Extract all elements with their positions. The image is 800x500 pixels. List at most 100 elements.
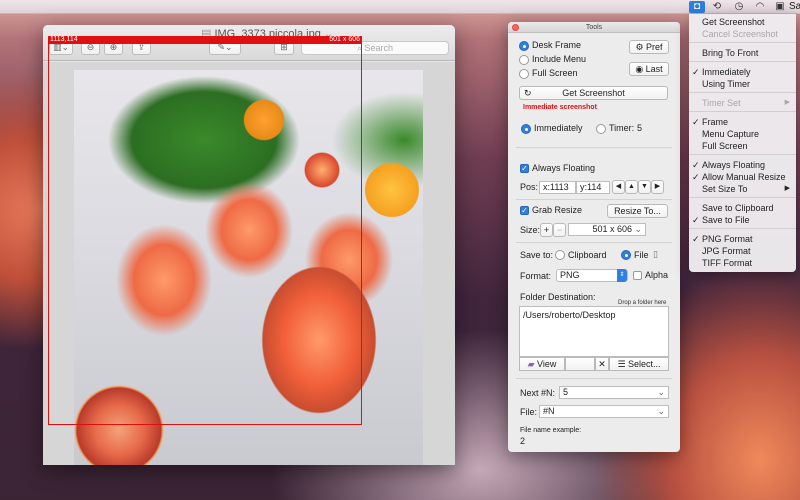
resize-to-button[interactable]: Resize To...: [607, 204, 668, 218]
immediately-radio[interactable]: [521, 124, 531, 134]
menu-item-save-to-file[interactable]: ✓ Save to File: [689, 214, 796, 226]
eye-icon: ◉: [635, 64, 646, 74]
checkmark-icon: ✓: [692, 67, 700, 77]
immediately-label: Immediately: [534, 123, 583, 133]
clipboard-radio[interactable]: [555, 250, 565, 260]
list-icon: ☰: [617, 359, 629, 369]
timer-radio[interactable]: [596, 124, 606, 134]
last-button[interactable]: ◉ Last: [629, 62, 669, 76]
size-label: Size:: [520, 225, 541, 235]
chevron-down-icon: ⌄: [657, 387, 665, 397]
grab-resize-checkbox[interactable]: ✓: [520, 206, 529, 215]
menu-item-using-timer[interactable]: Using Timer: [689, 78, 796, 90]
chevron-updown-icon: ⇕: [617, 269, 627, 282]
menu-item-set-size-to[interactable]: Set Size To ▶: [689, 183, 796, 195]
checkmark-icon: ✓: [692, 117, 700, 127]
checkmark-icon: ✓: [692, 160, 700, 170]
clock-icon[interactable]: ◷: [731, 1, 747, 13]
clear-button[interactable]: ✕: [595, 357, 609, 371]
menu-separator: [689, 92, 796, 93]
time-machine-icon[interactable]: ⟲: [709, 1, 725, 13]
status-text: Immediate screenshot: [523, 104, 597, 111]
menubar-clock-text[interactable]: Sa: [789, 1, 800, 13]
menu-separator: [689, 154, 796, 155]
move-up-button[interactable]: ▲: [625, 180, 638, 194]
close-button[interactable]: [512, 24, 519, 31]
select-folder-button[interactable]: ☰ Select...: [609, 357, 669, 371]
menu-item-get-screenshot[interactable]: Get Screenshot: [689, 16, 796, 28]
plus-icon: +: [543, 225, 550, 235]
file-radio[interactable]: [621, 250, 631, 260]
pos-y-field[interactable]: y:114: [576, 181, 610, 194]
menu-bar: ◘ ⟲ ◷ ◠ ▣ Sa: [0, 0, 800, 14]
folder-path-field[interactable]: /Users/roberto/Desktop: [519, 306, 669, 357]
chevron-down-icon: ⌄: [634, 224, 642, 234]
move-right-button[interactable]: ▶: [651, 180, 664, 194]
next-number-label: Next #N:: [520, 388, 556, 398]
folder-icon: ▰: [527, 359, 538, 369]
menu-item-allow-manual-resize[interactable]: ✓ Allow Manual Resize: [689, 171, 796, 183]
menu-item-always-floating[interactable]: ✓ Always Floating: [689, 159, 796, 171]
arrow-left-icon: ◀: [615, 183, 622, 190]
always-floating-label: Always Floating: [532, 163, 596, 173]
menu-item-menu-capture[interactable]: Menu Capture: [689, 128, 796, 140]
format-select[interactable]: PNG ⇕: [556, 269, 628, 282]
menu-item-full-screen[interactable]: Full Screen: [689, 140, 796, 152]
chevron-right-icon: ▶: [784, 99, 790, 106]
menu-item-png-format[interactable]: ✓ PNG Format: [689, 233, 796, 245]
desk-frame-label: Desk Frame: [532, 40, 582, 50]
menu-separator: [689, 197, 796, 198]
always-floating-checkbox[interactable]: ✓: [520, 164, 529, 173]
minus-icon: −: [556, 225, 563, 235]
status-menu: Get Screenshot Cancel Screenshot Bring T…: [689, 14, 796, 272]
menu-item-timer-set: Timer Set ▶: [702, 98, 790, 108]
blank-button[interactable]: [565, 357, 595, 371]
get-screenshot-button[interactable]: ↻ Get Screenshot: [519, 86, 668, 100]
include-menu-radio[interactable]: [519, 55, 529, 65]
desk-frame-radio[interactable]: [519, 41, 529, 51]
size-decrease-button[interactable]: −: [553, 223, 566, 237]
arrow-up-icon: ▲: [628, 183, 635, 190]
timer-value[interactable]: 5: [637, 123, 642, 134]
move-down-button[interactable]: ▼: [638, 180, 651, 194]
size-select[interactable]: 501 x 606 ⌄: [568, 223, 646, 236]
arrow-right-icon: ▶: [654, 183, 661, 190]
menu-item-jpg-format[interactable]: JPG Format: [689, 245, 796, 257]
menu-separator: [689, 42, 796, 43]
menu-item-frame[interactable]: ✓ Frame: [689, 116, 796, 128]
pos-x-field[interactable]: x:1113: [539, 181, 576, 194]
chevron-right-icon: ▶: [784, 185, 790, 192]
camera-icon[interactable]: ◘: [689, 1, 705, 13]
move-left-button[interactable]: ◀: [612, 180, 625, 194]
save-to-label: Save to:: [520, 250, 554, 260]
close-icon: ✕: [598, 359, 606, 369]
file-name-field[interactable]: #N ⌄: [539, 405, 669, 418]
menu-item-bring-to-front[interactable]: Bring To Front: [689, 47, 796, 59]
tools-titlebar[interactable]: Tools: [508, 22, 680, 33]
divider: [516, 242, 672, 243]
full-screen-radio[interactable]: [519, 69, 529, 79]
grab-resize-label: Grab Resize: [532, 205, 583, 215]
arrow-down-icon: ▼: [641, 183, 648, 190]
pref-button[interactable]: ⚙ Pref: [629, 40, 669, 54]
checkmark-icon: ✓: [692, 215, 700, 225]
display-icon[interactable]: ▣: [772, 1, 788, 13]
menu-item-save-to-clipboard[interactable]: Save to Clipboard: [689, 202, 796, 214]
document-icon[interactable]: ▯: [653, 249, 658, 260]
alpha-checkbox[interactable]: [633, 271, 642, 280]
gear-icon: ⚙: [635, 42, 647, 52]
menu-item-tiff-format[interactable]: TIFF Format: [689, 257, 796, 269]
menu-separator: [689, 228, 796, 229]
capture-frame-bar[interactable]: 1113,114 501 x 606: [48, 36, 362, 44]
next-number-field[interactable]: 5 ⌄: [559, 386, 669, 399]
chevron-down-icon: ⌄: [657, 406, 665, 416]
menu-separator: [689, 111, 796, 112]
capture-frame[interactable]: [48, 36, 362, 425]
menu-item-immediately[interactable]: ✓ Immediately: [689, 66, 796, 78]
file-example-value: 2: [520, 436, 526, 446]
view-folder-button[interactable]: ▰ View: [519, 357, 565, 371]
file-name-label: File:: [520, 407, 538, 417]
size-increase-button[interactable]: +: [540, 223, 553, 237]
checkmark-icon: ✓: [692, 234, 700, 244]
wifi-icon[interactable]: ◠: [752, 1, 768, 13]
